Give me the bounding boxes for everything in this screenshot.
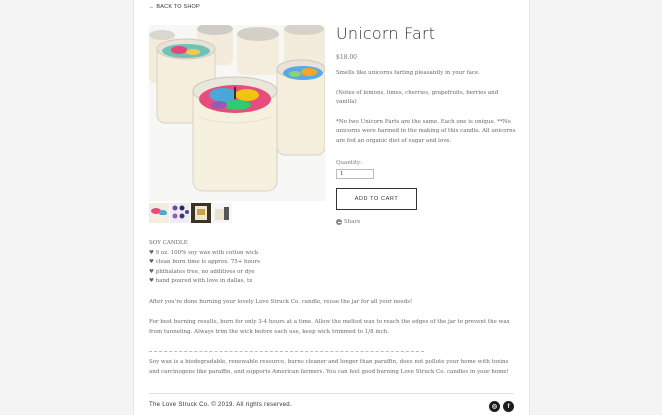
feature-list: SOY CANDLE ♥ 9 oz. 100% soy wax with cot… [149,239,514,287]
description-line-1: Smells like unicorns farting pleasantly … [336,70,480,76]
footer-divider [149,393,514,394]
feature-item: ♥ phthalates free, no additives or dye [149,268,255,275]
share-button[interactable]: Share [336,219,360,225]
reuse-note: After you're done burning your lovely Lo… [149,299,413,305]
quantity-input[interactable] [336,169,374,179]
dashed-divider [149,351,424,352]
soy-wax-note: Soy wax is a biodegradable, renewable re… [149,359,509,375]
product-price: $18.00 [336,54,357,61]
feature-item: ♥ hand poured with love in dallas, tx [149,278,253,284]
thumbnail-strip [149,203,232,223]
product-title: Unicorn Fart [336,24,436,43]
thumbnail-2[interactable] [170,203,190,223]
feature-heading: SOY CANDLE [149,240,188,246]
description-line-2: (Notes of lemons, limes, cherries, grape… [336,89,499,106]
social-links: ◎ f [489,401,514,412]
burn-tip: For best burning results, burn for only … [149,319,510,335]
quantity-label: Quantity: [336,160,363,166]
facebook-icon[interactable]: f [503,401,514,412]
share-label: Share [344,219,361,225]
description-line-3: *No two Unicorn Farts are the same. Each… [336,118,516,144]
product-main-image[interactable] [149,25,325,201]
feature-item: ♥ 9 oz. 100% soy wax with cotton wick [149,249,259,256]
add-to-cart-button[interactable]: ADD TO CART [336,188,417,210]
thumbnail-1[interactable] [149,203,169,223]
thumbnail-3[interactable] [191,203,211,223]
product-description: Smells like unicorns farting pleasantly … [336,69,516,156]
back-to-shop-link[interactable]: ← BACK TO SHOP [149,4,200,10]
share-icon [336,219,342,225]
footer-copyright: The Love Struck Co. © 2019. All rights r… [149,402,292,408]
instagram-icon[interactable]: ◎ [489,401,500,412]
candle-jars-photo [149,25,325,201]
thumbnail-4[interactable] [212,203,232,223]
product-page: ← BACK TO SHOP Unicorn Fart $18.00 Smell… [133,0,530,415]
feature-item: ♥ clean burn time is approx. 75+ hours [149,259,260,265]
